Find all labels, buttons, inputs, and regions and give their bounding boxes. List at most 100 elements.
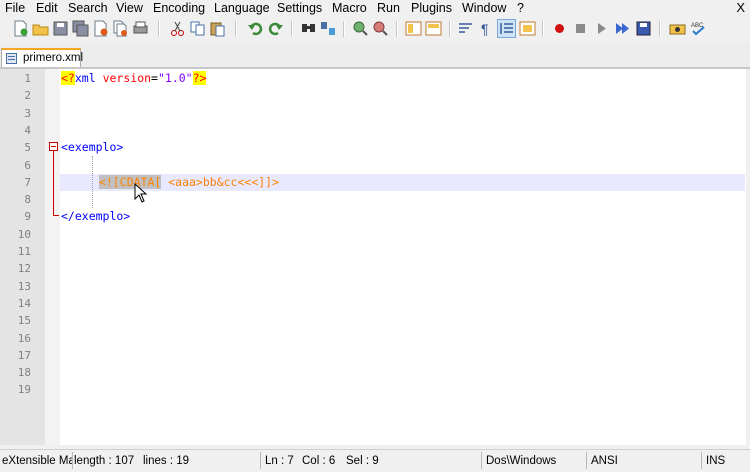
file-icon (6, 53, 17, 64)
line-number: 11 (17, 245, 31, 258)
menu-encoding[interactable]: Encoding (153, 1, 205, 16)
status-length: length : 107 (74, 455, 135, 467)
sync-horizontal-icon[interactable] (425, 20, 442, 37)
status-lines: lines : 19 (143, 455, 190, 467)
stop-recording-icon[interactable] (572, 20, 589, 37)
spell-check-icon[interactable]: ABC (690, 20, 707, 37)
user-defined-language-icon[interactable] (519, 20, 536, 37)
show-all-characters-icon[interactable]: ¶ (477, 20, 494, 37)
line-number: 18 (17, 366, 31, 380)
line-number: 7 (24, 175, 31, 189)
cut-icon[interactable] (169, 20, 186, 37)
svg-text:¶: ¶ (481, 21, 489, 37)
line-number: 1 (24, 72, 31, 85)
xml-declaration-close: ?> (192, 71, 207, 85)
menu-language[interactable]: Language (214, 1, 270, 16)
menu-file[interactable]: File (5, 1, 25, 16)
save-icon[interactable] (52, 20, 69, 37)
status-insert-mode: INS (706, 455, 726, 467)
tab-primero-xml[interactable]: primero.xml (1, 48, 84, 67)
redo-icon[interactable] (267, 20, 284, 37)
paste-icon[interactable] (209, 20, 226, 37)
find-icon[interactable] (300, 20, 317, 37)
word-wrap-icon[interactable] (457, 20, 474, 37)
status-separator (260, 452, 261, 469)
print-icon[interactable] (132, 20, 149, 37)
code-line-7: <![CDATA[ <aaa>bb&cc<<<]]> (99, 175, 279, 189)
status-separator (72, 452, 73, 469)
line-number: 17 (17, 348, 31, 362)
status-encoding: ANSI (591, 455, 618, 467)
menu-window[interactable]: Window (462, 1, 506, 16)
new-file-icon[interactable] (12, 20, 29, 37)
status-eol-format: Dos\Windows (486, 455, 557, 467)
line-number: 15 (17, 314, 31, 328)
menu-plugins[interactable]: Plugins (411, 1, 452, 16)
toolbar-separator (396, 21, 398, 37)
fold-end-marker (53, 215, 59, 216)
status-selection: Sel : 9 (346, 455, 379, 467)
menu-settings[interactable]: Settings (277, 1, 322, 16)
line-number: 5 (24, 141, 31, 155)
menu-search[interactable]: Search (68, 1, 108, 16)
xml-equals: = (151, 71, 158, 85)
toolbar-separator (235, 21, 237, 37)
zoom-out-icon[interactable] (372, 20, 389, 37)
toolbar-separator (449, 21, 451, 37)
sync-vertical-icon[interactable] (405, 20, 422, 37)
vertical-scrollbar[interactable] (746, 69, 750, 445)
menu-macro[interactable]: Macro (332, 1, 367, 16)
undo-icon[interactable] (247, 20, 264, 37)
menu-run[interactable]: Run (377, 1, 400, 16)
line-number: 4 (24, 123, 31, 137)
line-number: 13 (17, 279, 31, 293)
mouse-pointer-icon (134, 182, 148, 203)
menu-edit[interactable]: Edit (36, 1, 58, 16)
toolbar-separator (542, 21, 544, 37)
save-macro-icon[interactable] (635, 20, 652, 37)
line-number: 9 (24, 210, 31, 224)
toolbar-separator (343, 21, 345, 37)
status-bar: eXtensible Ma length : 107 lines : 19 Ln… (0, 449, 750, 472)
xml-declaration-name: xml (74, 71, 96, 85)
line-number: 19 (17, 383, 31, 397)
status-separator (701, 452, 702, 469)
document-tab-bar: primero.xml (0, 43, 750, 69)
line-number: 10 (17, 227, 31, 241)
start-recording-icon[interactable] (551, 20, 568, 37)
toolbar-separator (158, 21, 160, 37)
menu-help[interactable]: ? (517, 1, 524, 16)
menu-bar: File Edit Search View Encoding Language … (0, 0, 750, 17)
line-number: 8 (24, 193, 31, 207)
close-document-button[interactable]: X (736, 0, 745, 16)
trim-icon[interactable] (669, 20, 686, 37)
indent-guide-icon[interactable] (497, 19, 516, 38)
toolbar-separator (291, 21, 293, 37)
close-icon[interactable] (92, 20, 109, 37)
open-file-icon[interactable] (32, 20, 49, 37)
fold-line (53, 151, 54, 215)
toolbar: ¶ ABC (0, 17, 750, 43)
line-number: 12 (17, 262, 31, 276)
tab-label: primero.xml (23, 52, 84, 64)
save-all-icon[interactable] (72, 20, 89, 37)
code-line-9: </exemplo> (61, 209, 131, 223)
close-all-icon[interactable] (112, 20, 129, 37)
copy-icon[interactable] (189, 20, 206, 37)
run-macro-multiple-icon[interactable] (614, 20, 631, 37)
replace-icon[interactable] (320, 20, 337, 37)
playback-icon[interactable] (593, 20, 610, 37)
line-number: 16 (17, 331, 31, 345)
fold-margin (45, 69, 60, 445)
xml-attribute-value: "1.0" (157, 71, 193, 85)
status-column: Col : 6 (302, 455, 336, 467)
status-line-number: Ln : 7 (265, 455, 294, 467)
code-line-1: <?xml version="1.0"?> (61, 71, 207, 85)
status-separator (481, 452, 482, 469)
menu-view[interactable]: View (116, 1, 143, 16)
fold-collapse-icon[interactable] (49, 142, 58, 151)
xml-declaration-open: <? (61, 71, 75, 85)
text-editor[interactable]: 1 2 3 4 5 6 7 8 9 10 11 12 13 14 15 16 17 18 19 <?xml vers… (0, 69, 750, 445)
zoom-in-icon[interactable] (352, 20, 369, 37)
toolbar-separator (659, 21, 661, 37)
